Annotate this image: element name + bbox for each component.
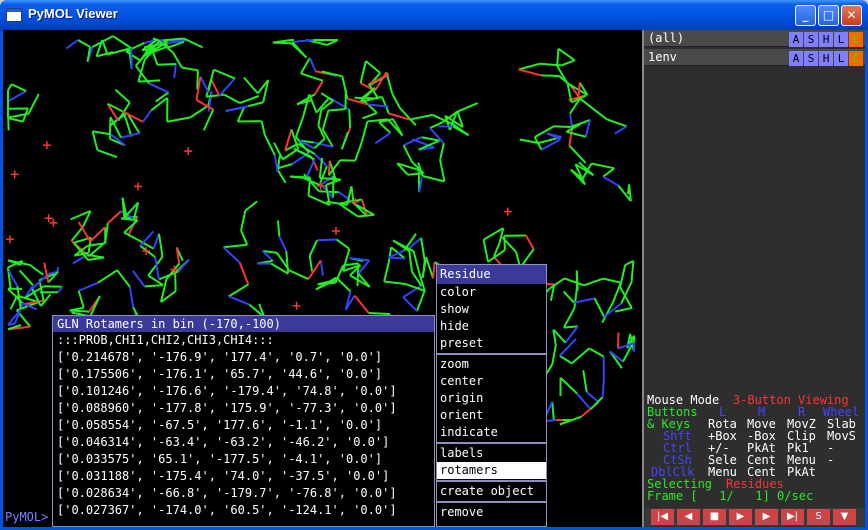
object-row-all[interactable]: (all) ASHLC — [644, 30, 865, 47]
mouse-mode-panel[interactable]: Mouse Mode 3-Button Viewing Buttons L M … — [645, 394, 866, 502]
show-button[interactable]: S — [804, 51, 818, 66]
menu-separator — [437, 501, 546, 503]
binding-r: PkAt — [787, 465, 816, 479]
molecule-viewport[interactable]: PyMOL> GLN Rotamers in bin (-170,-100) :… — [3, 30, 642, 527]
rotamer-row: ['0.031188', '-175.4', '74.0', '-37.5', … — [57, 469, 390, 483]
stop-button[interactable]: ■ — [703, 509, 726, 525]
menu-title: Residue — [437, 265, 546, 284]
menu-separator — [437, 480, 546, 482]
rotamer-row: ['0.058554', '-67.5', '177.6', '-1.1', '… — [57, 418, 383, 432]
action-button[interactable]: A — [789, 51, 803, 66]
menu-item-origin[interactable]: origin — [437, 390, 546, 407]
menu-item-hide[interactable]: hide — [437, 318, 546, 335]
client-area: PyMOL> GLN Rotamers in bin (-170,-100) :… — [3, 30, 865, 527]
rotamer-row: ['0.214678', '-176.9', '177.4', '0.7', '… — [57, 350, 383, 364]
rewind-button[interactable]: |◀ — [651, 509, 674, 525]
menu-item-zoom[interactable]: zoom — [437, 356, 546, 373]
rotamer-row: ['0.101246', '-176.6', '-179.4', '74.8',… — [57, 384, 397, 398]
object-name: (all) — [648, 31, 685, 45]
menu-item-rotamers[interactable]: rotamers — [437, 462, 546, 479]
scene-button[interactable]: S — [807, 509, 830, 525]
title-bar[interactable]: PyMOL Viewer _ □ ✕ — [0, 0, 868, 30]
pymol-window: PyMOL Viewer _ □ ✕ PyMOL> GLN Rotamers i… — [0, 0, 868, 530]
menu-separator — [437, 353, 546, 355]
close-button[interactable]: ✕ — [841, 5, 862, 26]
app-icon — [6, 8, 22, 22]
minimize-button[interactable]: _ — [795, 5, 816, 26]
label-button[interactable]: L — [834, 32, 848, 47]
rotamer-panel: GLN Rotamers in bin (-170,-100) :::PROB,… — [52, 315, 435, 527]
label-button[interactable]: L — [834, 51, 848, 66]
show-button[interactable]: S — [804, 32, 818, 47]
rotamer-row: ['0.088960', '-177.8', '175.9', '-77.3',… — [57, 401, 397, 415]
menu-item-preset[interactable]: preset — [437, 335, 546, 352]
menu-item-color[interactable]: color — [437, 284, 546, 301]
menu-item-labels[interactable]: labels — [437, 445, 546, 462]
menu-item-center[interactable]: center — [437, 373, 546, 390]
rotamer-row: ['0.046314', '-63.4', '-63.2', '-46.2', … — [57, 435, 390, 449]
menu-item-create-object[interactable]: create object — [437, 483, 546, 500]
movie-player: |◀ ◀ ■ ▶ ▶ ▶| S ▼ — [645, 508, 865, 526]
menu-item-show[interactable]: show — [437, 301, 546, 318]
color-button[interactable]: C — [849, 51, 863, 66]
action-button[interactable]: A — [789, 32, 803, 47]
residue-context-menu: Residue color show hide preset zoom center or… — [436, 264, 547, 527]
menu-item-remove[interactable]: remove — [437, 504, 546, 521]
rotamer-row: ['0.027367', '-174.0', '60.5', '-124.1',… — [57, 503, 397, 517]
hide-button[interactable]: H — [819, 51, 833, 66]
menu-item-orient[interactable]: orient — [437, 407, 546, 424]
rotamer-row: ['0.033575', '65.1', '-177.5', '-4.1', '… — [57, 452, 383, 466]
rotamer-panel-title: GLN Rotamers in bin (-170,-100) — [53, 316, 434, 332]
scene-menu-button[interactable]: ▼ — [833, 509, 856, 525]
binding-w: - — [827, 453, 835, 467]
play-button[interactable]: ▶ — [729, 509, 752, 525]
menu-item-indicate[interactable]: indicate — [437, 424, 546, 441]
frame-indicator: Frame [ 1/ 1] 0/sec — [647, 489, 814, 503]
end-button[interactable]: ▶| — [781, 509, 804, 525]
rotamer-row: ['0.175506', '-176.1', '65.7', '44.6', '… — [57, 367, 383, 381]
hide-button[interactable]: H — [819, 32, 833, 47]
window-title: PyMOL Viewer — [28, 6, 118, 21]
side-panel: (all) ASHLC 1env ASHLC Mouse Mode 3-Butt… — [642, 30, 865, 527]
maximize-button[interactable]: □ — [818, 5, 839, 26]
color-button[interactable]: C — [849, 32, 863, 47]
step-forward-button[interactable]: ▶ — [755, 509, 778, 525]
menu-separator — [437, 442, 546, 444]
rotamer-header-row: :::PROB,CHI1,CHI2,CHI3,CHI4::: — [57, 333, 274, 347]
back-button[interactable]: ◀ — [677, 509, 700, 525]
command-prompt[interactable]: PyMOL> — [5, 510, 48, 524]
object-row-1env[interactable]: 1env ASHLC — [644, 49, 865, 66]
object-name: 1env — [648, 50, 677, 64]
rotamer-row: ['0.028634', '-66.8', '-179.7', '-76.8',… — [57, 486, 397, 500]
